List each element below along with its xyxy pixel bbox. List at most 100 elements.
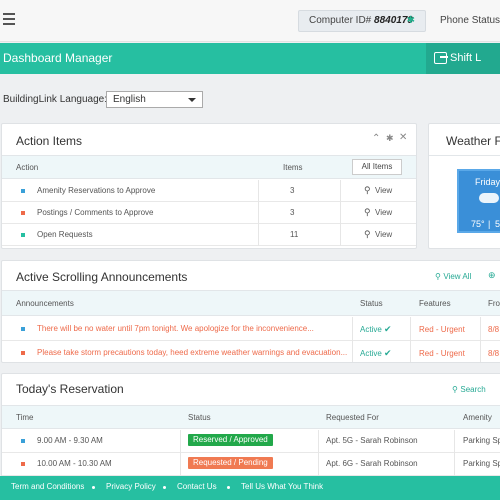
amenity-name: Parking Spa bbox=[463, 436, 500, 445]
col-announcements: Announcements bbox=[16, 299, 74, 308]
view-button[interactable]: View bbox=[375, 230, 392, 239]
divider bbox=[429, 155, 500, 156]
footer-contact-link[interactable]: Contact Us bbox=[177, 482, 217, 491]
row-bullet bbox=[21, 327, 25, 331]
action-label[interactable]: Amenity Reservations to Approve bbox=[37, 186, 155, 195]
weather-panel: Weather Fo Friday 75° | 5 bbox=[428, 123, 500, 249]
divider bbox=[480, 317, 481, 341]
weather-title: Weather Fo bbox=[446, 134, 500, 148]
col-status: Status bbox=[360, 299, 383, 308]
view-button[interactable]: View bbox=[375, 208, 392, 217]
row-bullet bbox=[21, 462, 25, 466]
status-badge: Requested / Pending bbox=[188, 457, 273, 469]
search-link[interactable]: ⚲ Search bbox=[452, 384, 486, 394]
status-active: Active bbox=[360, 325, 382, 334]
computer-id-box: Computer ID# 8840179 ✱ bbox=[298, 10, 426, 32]
row-bullet bbox=[21, 439, 25, 443]
shift-log-tab[interactable]: Shift L bbox=[426, 43, 500, 74]
search-icon: ⚲ bbox=[435, 272, 441, 281]
phone-status[interactable]: Phone Status bbox=[440, 10, 500, 32]
announcement-text[interactable]: Please take storm precautions today, hee… bbox=[37, 348, 347, 357]
divider bbox=[340, 180, 341, 202]
col-from: Fro bbox=[488, 299, 500, 308]
footer-terms-link[interactable]: Term and Conditions bbox=[11, 482, 84, 491]
footer-dot bbox=[92, 486, 95, 489]
view-all-label: View All bbox=[443, 272, 472, 281]
page-title: Dashboard Manager bbox=[3, 51, 113, 65]
divider bbox=[410, 317, 411, 341]
divider bbox=[258, 202, 259, 224]
footer: Term and Conditions Privacy Policy Conta… bbox=[0, 476, 500, 500]
close-icon[interactable]: ✕ bbox=[399, 132, 407, 143]
header-bar: Dashboard Manager Shift L bbox=[0, 43, 500, 74]
action-count: 11 bbox=[290, 230, 299, 239]
col-action: Action bbox=[16, 163, 39, 172]
table-row: Open Requests 11 ⚲ View bbox=[2, 224, 416, 246]
col-requested: Requested For bbox=[326, 413, 379, 422]
weather-day: Friday bbox=[475, 177, 500, 187]
sign-out-icon bbox=[434, 52, 448, 64]
divider bbox=[454, 453, 455, 476]
action-items-title: Action Items bbox=[16, 134, 83, 148]
action-count: 3 bbox=[290, 186, 295, 195]
weather-high: 75° bbox=[471, 219, 485, 229]
menu-icon[interactable] bbox=[3, 13, 15, 25]
table-row: Postings / Comments to Approve 3 ⚲ View bbox=[2, 202, 416, 224]
table-row: There will be no water until 7pm tonight… bbox=[2, 317, 500, 341]
table-row: 10.00 AM - 10.30 AM Requested / Pending Ap… bbox=[2, 453, 500, 476]
view-all-link[interactable]: ⚲ View All bbox=[435, 271, 471, 281]
weather-card[interactable]: Friday 75° | 5 bbox=[457, 169, 500, 233]
announcements-panel: Active Scrolling Announcements ⚲ View Al… bbox=[1, 260, 500, 363]
table-row: Amenity Reservations to Approve 3 ⚲ View bbox=[2, 180, 416, 202]
action-items-panel: Action Items ⌃ ✱ ✕ Action Items All Item… bbox=[1, 123, 417, 249]
status-active: Active bbox=[360, 349, 382, 358]
view-button[interactable]: View bbox=[375, 186, 392, 195]
from-date: 8/8 bbox=[488, 349, 500, 358]
divider bbox=[340, 224, 341, 246]
cloud-rain-icon bbox=[479, 193, 499, 203]
shift-tab-label: Shift L bbox=[450, 52, 482, 64]
announcement-text[interactable]: There will be no water until 7pm tonight… bbox=[37, 324, 314, 333]
divider bbox=[410, 341, 411, 362]
search-icon: ⚲ bbox=[364, 185, 371, 195]
requested-for: Apt. 5G - Sarah Robinson bbox=[326, 436, 418, 445]
divider bbox=[352, 317, 353, 341]
col-time: Time bbox=[16, 413, 34, 422]
search-icon: ⚲ bbox=[364, 229, 371, 239]
divider bbox=[258, 180, 259, 202]
action-label[interactable]: Open Requests bbox=[37, 230, 93, 239]
search-icon: ⚲ bbox=[364, 207, 371, 217]
computer-id-label: Computer ID# bbox=[309, 15, 372, 26]
footer-feedback-link[interactable]: Tell Us What You Think bbox=[241, 482, 323, 491]
divider bbox=[180, 430, 181, 453]
top-bar: Computer ID# 8840179 ✱ Phone Status bbox=[0, 0, 500, 42]
feature-label: Red - Urgent bbox=[419, 325, 465, 334]
all-items-button[interactable]: All Items bbox=[352, 159, 402, 175]
reservation-time: 9.00 AM - 9.30 AM bbox=[37, 436, 103, 445]
row-bullet bbox=[21, 189, 25, 193]
reservation-table-header: Time Status Requested For Amenity bbox=[2, 405, 500, 429]
col-status: Status bbox=[188, 413, 211, 422]
settings-icon[interactable]: ✱ bbox=[386, 133, 394, 144]
weather-sep: | bbox=[488, 219, 491, 229]
check-circle-icon: ✔ bbox=[384, 324, 392, 334]
divider bbox=[318, 453, 319, 476]
gear-icon[interactable]: ✱ bbox=[407, 11, 415, 31]
search-label: Search bbox=[460, 385, 486, 394]
action-label[interactable]: Postings / Comments to Approve bbox=[37, 208, 154, 217]
action-count: 3 bbox=[290, 208, 295, 217]
action-table-header: Action Items All Items bbox=[2, 155, 416, 179]
collapse-icon[interactable]: ⌃ bbox=[372, 133, 380, 144]
check-circle-icon: ✔ bbox=[384, 348, 392, 358]
status-badge: Reserved / Approved bbox=[188, 434, 273, 446]
add-icon[interactable]: ⊕ bbox=[488, 270, 496, 281]
footer-privacy-link[interactable]: Privacy Policy bbox=[106, 482, 156, 491]
announcements-table-header: Announcements Status Features Fro bbox=[2, 290, 500, 316]
amenity-name: Parking Spa bbox=[463, 459, 500, 468]
table-row: Please take storm precautions today, hee… bbox=[2, 341, 500, 362]
col-features: Features bbox=[419, 299, 451, 308]
language-select[interactable]: English bbox=[106, 91, 203, 108]
requested-for: Apt. 6G - Sarah Robinson bbox=[326, 459, 418, 468]
reservation-title: Today's Reservation bbox=[16, 382, 124, 396]
row-bullet bbox=[21, 211, 25, 215]
